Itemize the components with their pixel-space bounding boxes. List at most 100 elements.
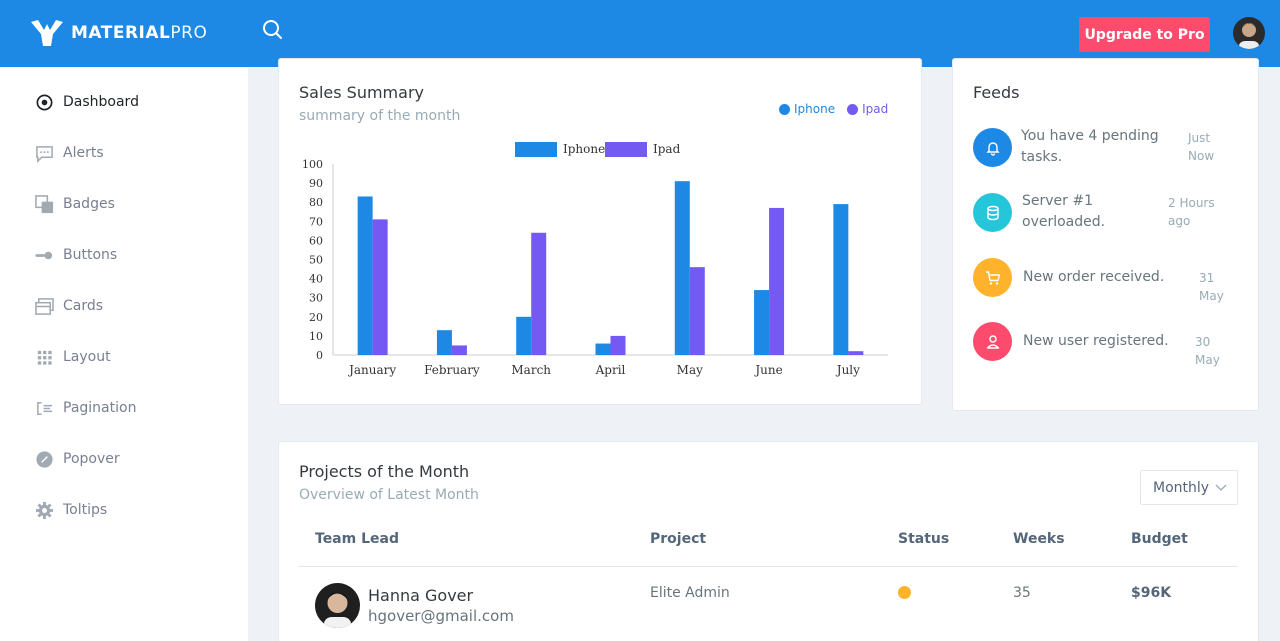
sidebar-item-label: Toltips: [63, 502, 108, 518]
column-header-team-lead[interactable]: Team Lead: [315, 531, 399, 547]
budget-value: $96K: [1131, 585, 1172, 601]
sidebar-item-toltips[interactable]: Toltips: [35, 498, 107, 522]
sales-summary-subtitle: summary of the month: [299, 108, 461, 124]
chevron-down-icon: [1215, 484, 1227, 491]
bar-ipad-march: [531, 232, 547, 355]
sidebar-item-alerts[interactable]: Alerts: [35, 141, 104, 165]
sidebar-item-label: Badges: [63, 196, 115, 212]
period-select-value: Monthly: [1153, 479, 1210, 496]
bar-iphone-january: [357, 196, 373, 355]
sidebar-item-label: Layout: [63, 349, 111, 365]
sidebar-item-buttons[interactable]: Buttons: [35, 243, 117, 267]
chart-legend-label: Ipad: [653, 142, 681, 156]
sidebar-item-layout[interactable]: Layout: [35, 345, 111, 369]
x-tick-label: February: [424, 363, 480, 377]
feed-item[interactable]: Server #1 overloaded. 2 Hours ago: [973, 193, 1238, 233]
bar-ipad-july: [848, 351, 864, 355]
column-header-budget[interactable]: Budget: [1131, 531, 1188, 547]
y-tick-label: 50: [309, 254, 323, 267]
sidebar-item-label: Cards: [63, 298, 104, 314]
feed-text: Server #1 overloaded.: [1022, 193, 1106, 230]
sidebar-item-label: Pagination: [63, 400, 137, 416]
y-tick-label: 0: [316, 349, 323, 362]
sidebar-item-label: Buttons: [63, 247, 118, 263]
feed-time: 31 May: [1199, 271, 1224, 303]
column-header-status[interactable]: Status: [898, 531, 949, 547]
brand-logo[interactable]: MATERIALPRO: [31, 20, 207, 46]
gear-icon: [35, 501, 54, 519]
bar-iphone-february: [436, 330, 452, 355]
legend-dot-iphone: [779, 103, 790, 115]
y-tick-label: 80: [309, 196, 323, 209]
y-tick-label: 90: [309, 177, 323, 190]
x-tick-label: April: [595, 363, 626, 377]
x-tick-label: July: [835, 363, 860, 377]
cart-icon: [973, 258, 1012, 297]
legend-dot-ipad: [847, 103, 859, 115]
y-tick-label: 40: [309, 273, 323, 286]
bar-ipad-february: [451, 345, 467, 355]
x-tick-label: March: [511, 363, 551, 377]
y-tick-label: 70: [309, 215, 323, 228]
feed-text: You have 4 pending tasks.: [1021, 128, 1159, 165]
x-tick-label: May: [677, 363, 703, 377]
feed-item[interactable]: New order received. 31 May: [973, 258, 1238, 303]
sidebar-item-popover[interactable]: Popover: [35, 447, 120, 471]
projects-title: Projects of the Month: [299, 462, 470, 481]
weeks-value: 35: [1013, 585, 1031, 601]
sidebar-item-label: Alerts: [63, 145, 104, 161]
column-header-weeks[interactable]: Weeks: [1013, 531, 1065, 547]
bar-iphone-march: [516, 316, 532, 355]
bar-iphone-april: [595, 343, 611, 355]
period-select[interactable]: Monthly: [1140, 470, 1238, 505]
legend-label: Ipad: [862, 102, 889, 116]
list-icon: [37, 401, 53, 415]
upgrade-to-pro-button[interactable]: Upgrade to Pro: [1079, 17, 1210, 52]
sidebar-item-label: Popover: [63, 451, 120, 467]
feed-text: New user registered.: [1023, 333, 1169, 349]
database-icon: [973, 193, 1012, 232]
feed-time: 2 Hours ago: [1168, 196, 1215, 228]
chat-icon: [36, 145, 53, 163]
feed-item[interactable]: New user registered. 30 May: [973, 322, 1238, 367]
x-tick-label: January: [347, 363, 396, 377]
feed-item[interactable]: You have 4 pending tasks. Just Now: [973, 128, 1238, 168]
feeds-title: Feeds: [973, 83, 1020, 102]
bell-icon: [973, 128, 1012, 167]
y-tick-label: 60: [309, 234, 323, 247]
bar-iphone-may: [674, 181, 690, 355]
table-divider: [299, 566, 1238, 567]
y-tick-label: 20: [309, 311, 323, 324]
bar-ipad-may: [689, 267, 705, 355]
sales-summary-title: Sales Summary: [299, 83, 424, 102]
search-icon[interactable]: [261, 19, 285, 43]
grid-icon: [37, 350, 52, 365]
status-indicator: [898, 586, 911, 599]
column-header-project[interactable]: Project: [650, 531, 706, 547]
sidebar-item-pagination[interactable]: Pagination: [35, 396, 136, 420]
user-icon: [973, 322, 1012, 361]
legend-label: Iphone: [794, 102, 836, 116]
sales-bar-chart: 0 10 20 30 40 50 60 70 80 90 100 January February Mar…: [302, 142, 888, 377]
project-name: Elite Admin: [650, 585, 730, 601]
legend-item-ipad: Ipad: [847, 102, 888, 116]
sidebar-item-label: Dashboard: [63, 94, 139, 110]
bar-iphone-june: [754, 290, 770, 355]
bar-ipad-june: [769, 207, 785, 355]
brand-name: MATERIALPRO: [71, 23, 208, 43]
chart-legend-swatch: [605, 142, 647, 157]
y-tick-label: 100: [302, 158, 323, 171]
layers-icon: [35, 194, 54, 213]
feed-text: New order received.: [1023, 269, 1165, 285]
sidebar-item-dashboard[interactable]: Dashboard: [35, 90, 139, 114]
top-header: MATERIALPRO Upgrade to Pro: [0, 0, 1280, 67]
cards-icon: [35, 297, 54, 315]
logo-icon: [31, 20, 63, 46]
sidebar-item-cards[interactable]: Cards: [35, 294, 103, 318]
sidebar-item-badges[interactable]: Badges: [35, 192, 115, 216]
compass-icon: [36, 450, 53, 468]
feed-time: 30 May: [1195, 335, 1220, 367]
user-avatar[interactable]: [1233, 17, 1265, 49]
legend-item-iphone: Iphone: [779, 102, 835, 116]
toggle-icon: [35, 251, 53, 259]
